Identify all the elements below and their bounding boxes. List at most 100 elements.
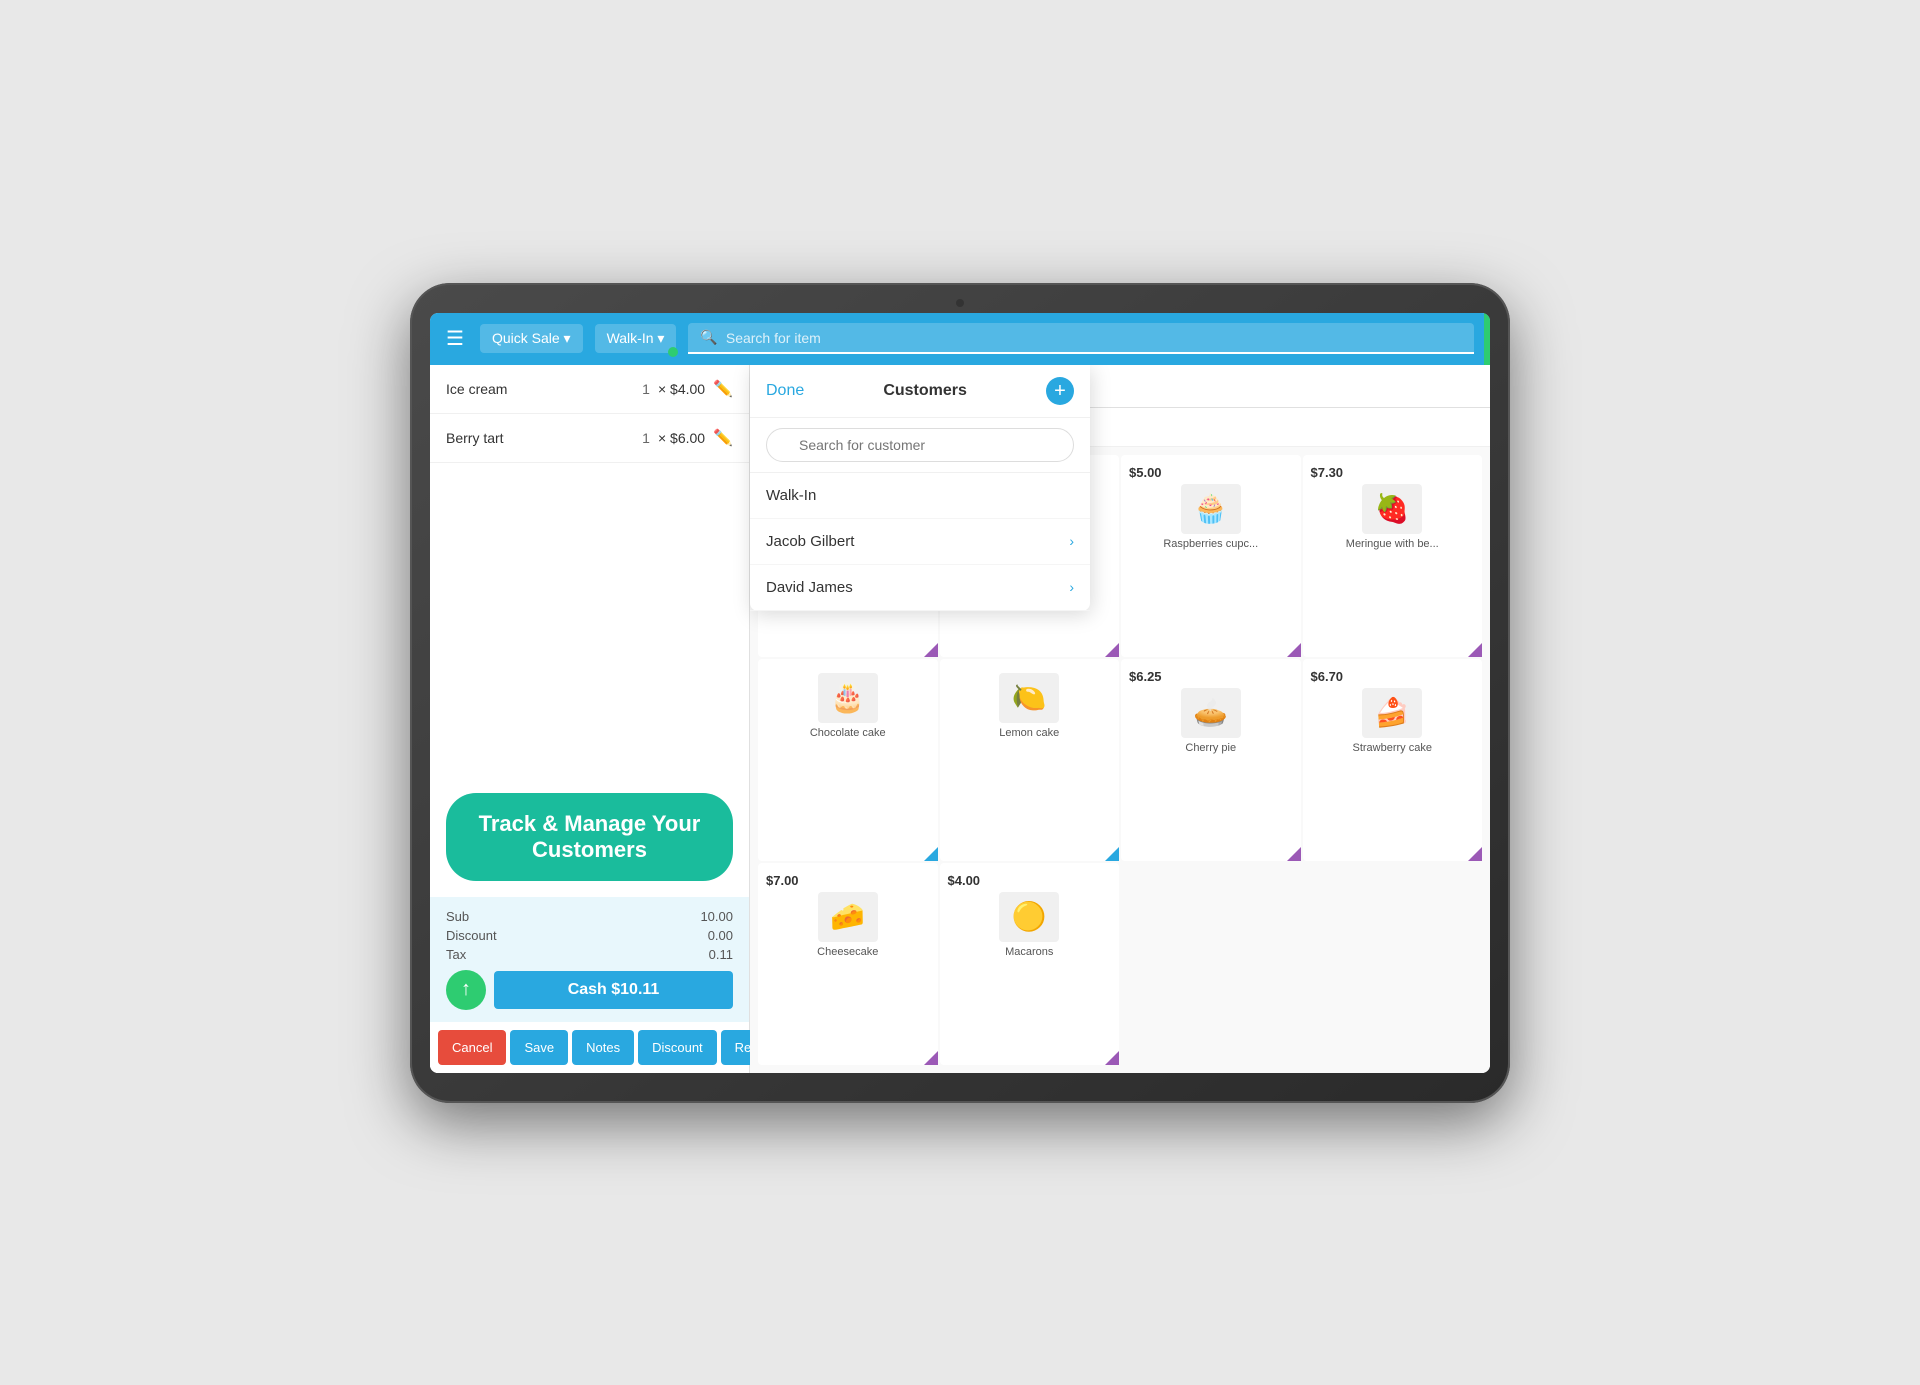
cash-button[interactable]: Cash $10.11 (494, 971, 733, 1009)
notes-button[interactable]: Notes (572, 1030, 634, 1065)
sub-value: 10.00 (700, 909, 733, 924)
walk-in-status-dot (668, 347, 678, 357)
done-button[interactable]: Done (766, 382, 804, 400)
tax-value: 0.11 (709, 947, 733, 962)
customer-jacob-gilbert[interactable]: Jacob Gilbert › (750, 519, 1090, 565)
track-banner-text: Track & Manage Your Customers (479, 811, 701, 862)
product-tag (924, 1051, 938, 1065)
product-name: Macarons (1005, 946, 1053, 959)
customers-title: Customers (804, 382, 1046, 400)
product-tag (1468, 643, 1482, 657)
product-tag (1105, 1051, 1119, 1065)
product-price: $6.70 (1311, 669, 1344, 684)
customer-walk-in[interactable]: Walk-In (750, 473, 1090, 519)
product-name: Raspberries cupc... (1163, 538, 1258, 551)
product-price: $4.00 (948, 873, 981, 888)
product-tag (924, 643, 938, 657)
product-image: 🥧 (1181, 688, 1241, 738)
product-name: Cheesecake (817, 946, 878, 959)
customer-search-input[interactable] (766, 428, 1074, 462)
save-button[interactable]: Save (510, 1030, 568, 1065)
product-card[interactable]: $7.00 🧀 Cheesecake (758, 863, 938, 1065)
item-search-input[interactable] (726, 330, 1462, 346)
product-image: 🎂 (818, 673, 878, 723)
product-tag (924, 847, 938, 861)
product-price: $5.00 (1129, 465, 1162, 480)
product-image: 🍋 (999, 673, 1059, 723)
chevron-icon: › (1069, 579, 1074, 595)
edit-icon-ice-cream[interactable]: ✏️ (713, 379, 733, 399)
product-card-chocolate-cake[interactable]: 🎂 Chocolate cake (758, 659, 938, 861)
order-items-list: Ice cream 1 × $4.00 ✏️ Berry tart 1 × $6… (430, 365, 749, 777)
product-card[interactable]: $5.00 🧁 Raspberries cupc... (1121, 455, 1301, 657)
product-image: 🧀 (818, 892, 878, 942)
item-price-berry-tart: × $6.00 (658, 430, 705, 446)
order-item: Ice cream 1 × $4.00 ✏️ (430, 365, 749, 414)
customer-name-walk-in: Walk-In (766, 487, 1074, 504)
customer-search-area (750, 418, 1090, 473)
walk-in-button[interactable]: Walk-In ▾ (595, 324, 677, 353)
product-card[interactable]: $7.30 🍓 Meringue with be... (1303, 455, 1483, 657)
tablet-camera (956, 299, 964, 307)
product-price: $7.00 (766, 873, 799, 888)
item-qty-berry-tart: 1 (642, 430, 650, 446)
customer-david-james[interactable]: David James › (750, 565, 1090, 611)
cancel-button[interactable]: Cancel (438, 1030, 506, 1065)
product-card[interactable]: $6.70 🍰 Strawberry cake (1303, 659, 1483, 861)
product-image: 🟡 (999, 892, 1059, 942)
product-price: $6.25 (1129, 669, 1162, 684)
discount-label: Discount (446, 928, 497, 943)
hamburger-icon[interactable]: ☰ (446, 326, 464, 351)
search-icon: 🔍 (700, 329, 717, 346)
product-tag (1105, 847, 1119, 861)
product-name-chocolate-cake: Chocolate cake (810, 727, 886, 740)
product-price: $7.30 (1311, 465, 1344, 480)
item-qty-ice-cream: 1 (642, 381, 650, 397)
product-image: 🍰 (1362, 688, 1422, 738)
customer-name-jacob: Jacob Gilbert (766, 533, 1069, 550)
edit-icon-berry-tart[interactable]: ✏️ (713, 428, 733, 448)
product-tag (1468, 847, 1482, 861)
add-customer-button[interactable]: + (1046, 377, 1074, 405)
product-tag (1287, 643, 1301, 657)
product-name: Strawberry cake (1353, 742, 1432, 755)
tablet-screen: ☰ Quick Sale ▾ Walk-In ▾ 🔍 Ice cream 1 (430, 313, 1490, 1073)
green-accent-bar (1484, 313, 1490, 365)
sub-label: Sub (446, 909, 469, 924)
main-content: Ice cream 1 × $4.00 ✏️ Berry tart 1 × $6… (430, 365, 1490, 1073)
item-name-berry-tart: Berry tart (446, 430, 634, 446)
cash-up-button[interactable]: ↑ (446, 970, 486, 1010)
product-tag (1105, 643, 1119, 657)
item-price-ice-cream: × $4.00 (658, 381, 705, 397)
discount-row: Discount 0.00 (446, 928, 733, 943)
item-search-bar[interactable]: 🔍 (688, 323, 1474, 354)
action-buttons: Cancel Save Notes Discount Reprint More (430, 1022, 749, 1073)
sub-total-row: Sub 10.00 (446, 909, 733, 924)
left-panel: Ice cream 1 × $4.00 ✏️ Berry tart 1 × $6… (430, 365, 750, 1073)
order-item: Berry tart 1 × $6.00 ✏️ (430, 414, 749, 463)
item-name-ice-cream: Ice cream (446, 381, 634, 397)
top-bar: ☰ Quick Sale ▾ Walk-In ▾ 🔍 (430, 313, 1490, 365)
totals-section: Sub 10.00 Discount 0.00 Tax 0.11 ↑ Cash … (430, 897, 749, 1022)
discount-value: 0.00 (708, 928, 733, 943)
dropdown-header: Done Customers + (750, 365, 1090, 418)
tax-row: Tax 0.11 (446, 947, 733, 962)
discount-button[interactable]: Discount (638, 1030, 717, 1065)
product-name: Cherry pie (1185, 742, 1236, 755)
product-name-lemon-cake: Lemon cake (999, 727, 1059, 740)
quick-sale-button[interactable]: Quick Sale ▾ (480, 324, 583, 353)
product-image: 🧁 (1181, 484, 1241, 534)
customer-dropdown: Done Customers + Walk-In Jacob Gilbert (750, 365, 1090, 611)
customer-name-david: David James (766, 579, 1069, 596)
right-panel: Done Customers + Walk-In Jacob Gilbert (750, 365, 1490, 1073)
track-manage-banner[interactable]: Track & Manage Your Customers (446, 793, 733, 881)
product-card[interactable]: $6.25 🥧 Cherry pie (1121, 659, 1301, 861)
customer-search-wrap (766, 428, 1074, 462)
product-card-lemon-cake[interactable]: 🍋 Lemon cake (940, 659, 1120, 861)
product-name: Meringue with be... (1346, 538, 1439, 551)
product-card[interactable]: $4.00 🟡 Macarons (940, 863, 1120, 1065)
tax-label: Tax (446, 947, 466, 962)
chevron-icon: › (1069, 533, 1074, 549)
product-image: 🍓 (1362, 484, 1422, 534)
product-tag (1287, 847, 1301, 861)
